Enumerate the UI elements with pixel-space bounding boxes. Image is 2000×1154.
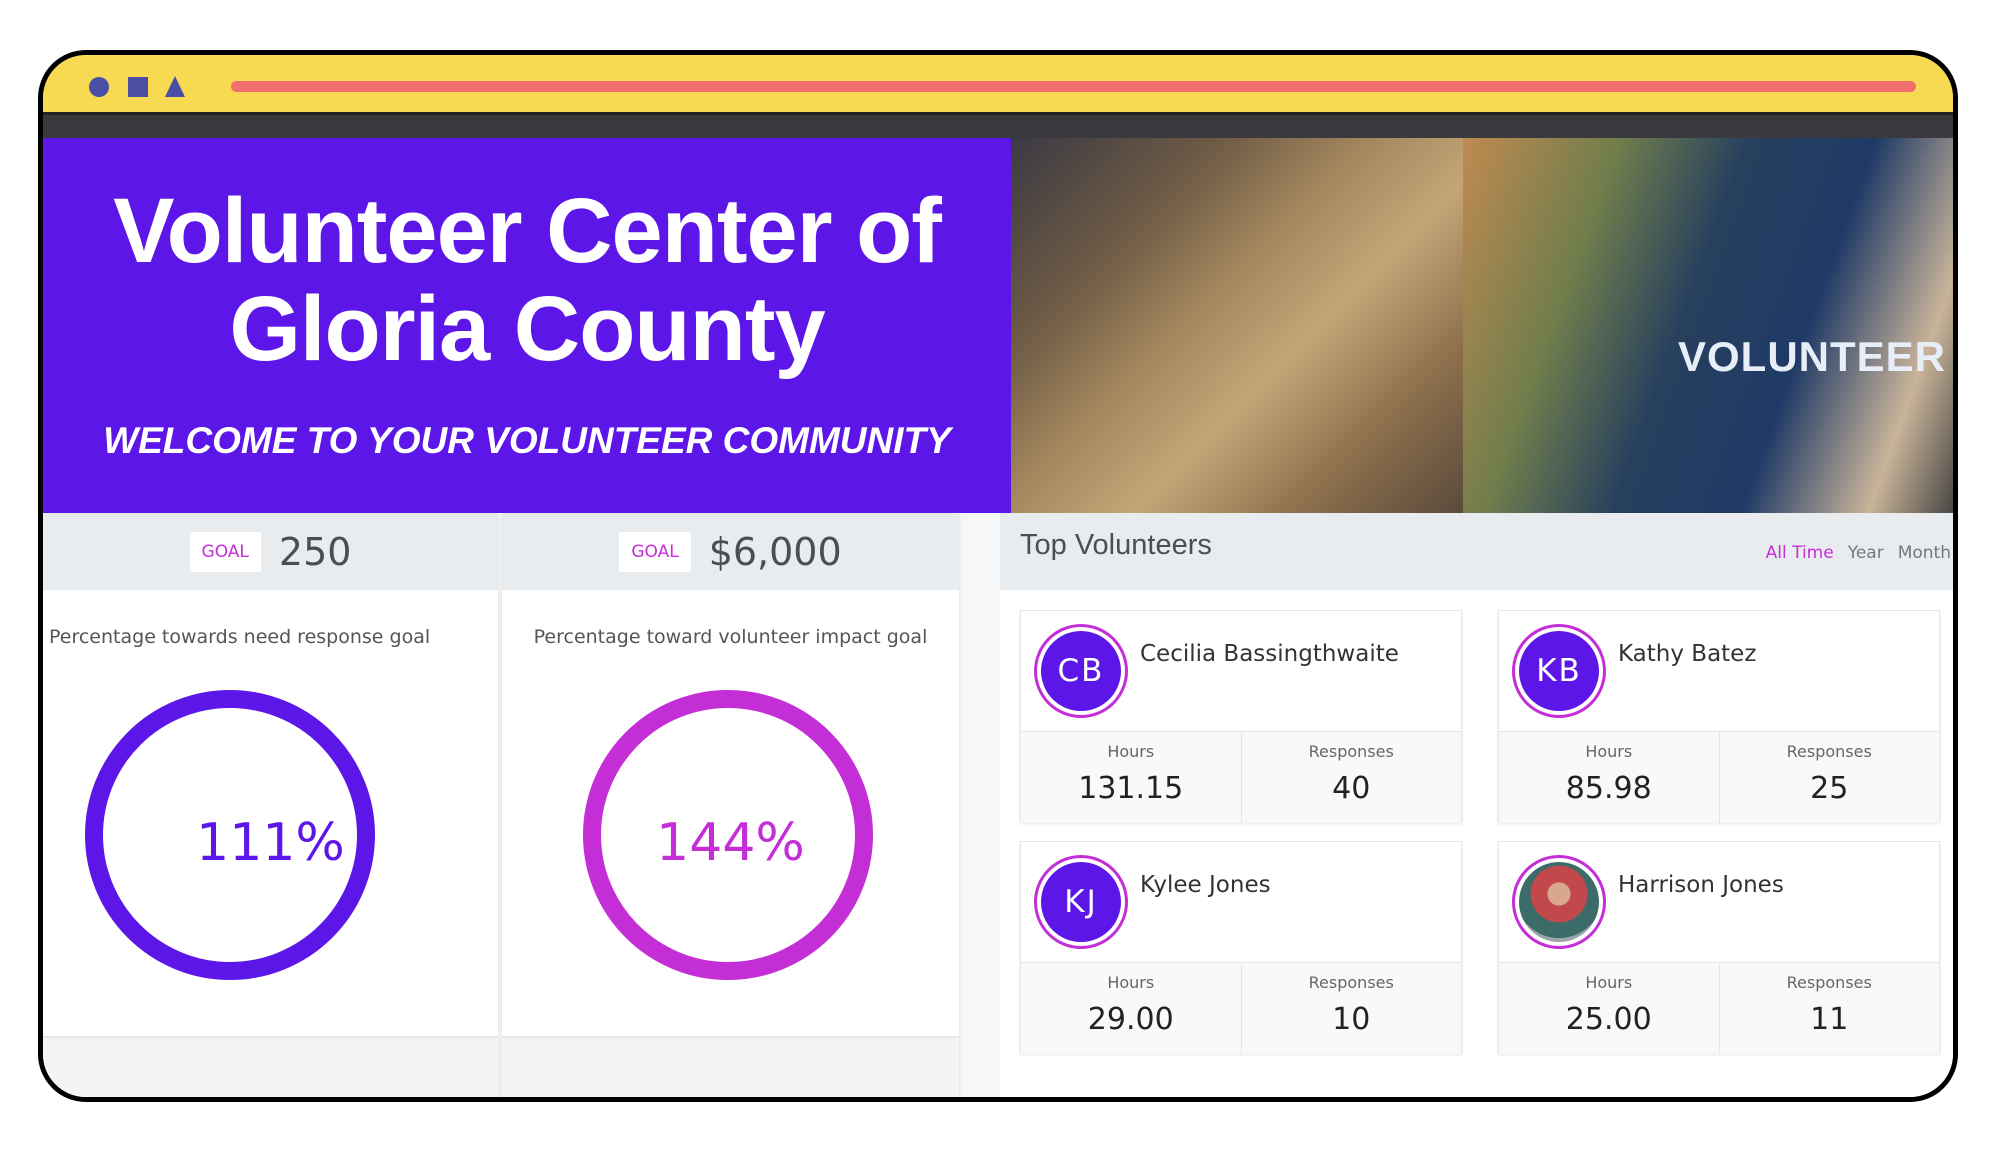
hours-stat: Hours 85.98 [1499,732,1719,823]
responses-stat: Responses 40 [1240,732,1462,823]
responses-value: 11 [1810,1002,1849,1037]
responses-stat: Responses 25 [1718,732,1940,823]
card-footer [43,1036,498,1097]
volunteer-card[interactable]: KB Kathy Batez Hours 85.98 Responses 25 [1498,610,1940,823]
hours-stat: Hours 29.00 [1021,963,1241,1054]
filter-month[interactable]: Month [1898,543,1951,563]
responses-value: 10 [1332,1002,1371,1037]
avatar: KB [1512,624,1606,718]
hours-value: 85.98 [1565,771,1652,806]
goal-tag: GOAL [189,531,261,572]
goal-tag: GOAL [619,531,691,572]
avatar-initials: CB [1041,631,1121,711]
volunteer-name: Harrison Jones [1618,872,1784,898]
progress-percent: 111% [196,813,345,873]
goal-description: Percentage towards need response goal [49,626,431,648]
avatar-initials: KB [1519,631,1599,711]
avatar: KJ [1034,855,1128,949]
filter-all-time[interactable]: All Time [1766,543,1834,563]
card-footer [502,1036,959,1097]
avatar: CB [1034,624,1128,718]
responses-value: 25 [1810,771,1849,806]
circle-icon [89,77,109,97]
responses-label: Responses [1308,973,1394,992]
avatar [1512,855,1606,949]
hours-stat: Hours 131.15 [1021,732,1241,823]
hero-photo-volunteer: VOLUNTEER [1463,138,1953,513]
goal-description: Percentage toward volunteer impact goal [533,626,928,648]
avatar-photo [1519,862,1599,942]
section-title: Top Volunteers [1020,529,1212,561]
title-bar [43,55,1953,115]
volunteer-name: Cecilia Bassingthwaite [1140,641,1399,667]
nav-strip [43,115,1953,138]
volunteer-name: Kylee Jones [1140,872,1271,898]
responses-label: Responses [1786,742,1872,761]
responses-label: Responses [1308,742,1394,761]
volunteer-card[interactable]: Harrison Jones Hours 25.00 Responses 11 [1498,841,1940,1054]
volunteer-card[interactable]: KJ Kylee Jones Hours 29.00 Responses 10 [1020,841,1462,1054]
goal-value: $6,000 [708,529,842,574]
progress-percent: 144% [656,813,805,873]
volunteer-name: Kathy Batez [1618,641,1757,667]
top-volunteers-panel: Top Volunteers All Time Year Month CB Ce… [1000,513,1953,1097]
goal-card-impact: GOAL $6,000 Percentage toward volunteer i… [502,513,959,1097]
photo-shirt-text: VOLUNTEER [1678,333,1947,380]
page-title: Volunteer Center of Gloria County [113,180,942,380]
hours-value: 25.00 [1565,1002,1652,1037]
hours-label: Hours [1107,742,1155,761]
square-icon [128,77,148,97]
page-subtitle: WELCOME TO YOUR VOLUNTEER COMMUNITY [103,420,951,461]
hours-label: Hours [1585,742,1633,761]
hours-label: Hours [1585,973,1633,992]
volunteer-card[interactable]: CB Cecilia Bassingthwaite Hours 131.15 Re… [1020,610,1462,823]
hero-banner: Volunteer Center of Gloria County WELCOME… [43,138,1011,513]
hours-value: 131.15 [1078,771,1184,806]
hours-label: Hours [1107,973,1155,992]
hours-stat: Hours 25.00 [1499,963,1719,1054]
browser-window: Volunteer Center of Gloria County WELCOME… [38,50,1958,1102]
filter-year[interactable]: Year [1848,543,1884,563]
hero-photo-food-bank [1011,138,1463,513]
responses-stat: Responses 10 [1240,963,1462,1054]
avatar-initials: KJ [1041,862,1121,942]
responses-label: Responses [1786,973,1872,992]
responses-stat: Responses 11 [1718,963,1940,1054]
goal-card-responses: GOAL 250 Percentage towards need response… [43,513,498,1097]
triangle-icon [165,76,185,97]
goal-value: 250 [278,529,352,574]
responses-value: 40 [1332,771,1371,806]
hours-value: 29.00 [1087,1002,1174,1037]
address-bar[interactable] [231,81,1916,92]
